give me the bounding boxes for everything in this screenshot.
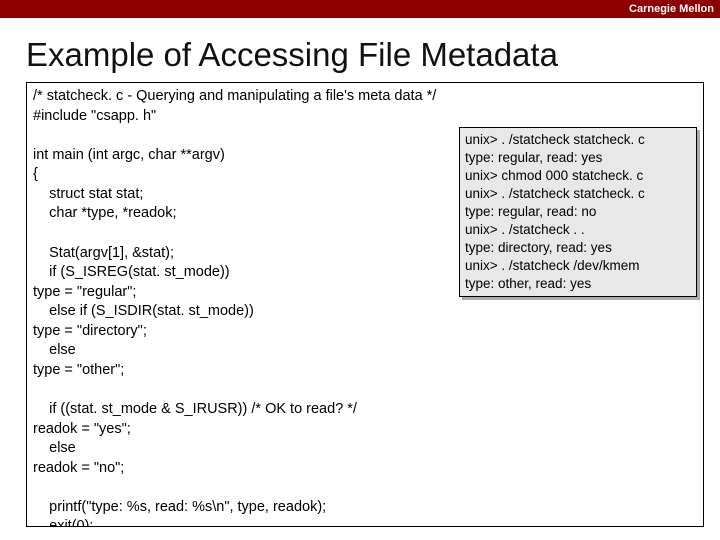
terminal-output-box: unix> . /statcheck statcheck. c type: re…	[459, 127, 697, 297]
code-box: /* statcheck. c - Querying and manipulat…	[26, 82, 704, 527]
slide-title: Example of Accessing File Metadata	[26, 36, 720, 74]
terminal-output: unix> . /statcheck statcheck. c type: re…	[465, 131, 691, 293]
header-bar: Carnegie Mellon	[0, 0, 720, 18]
content-area: /* statcheck. c - Querying and manipulat…	[26, 82, 706, 527]
brand-label: Carnegie Mellon	[629, 3, 714, 15]
